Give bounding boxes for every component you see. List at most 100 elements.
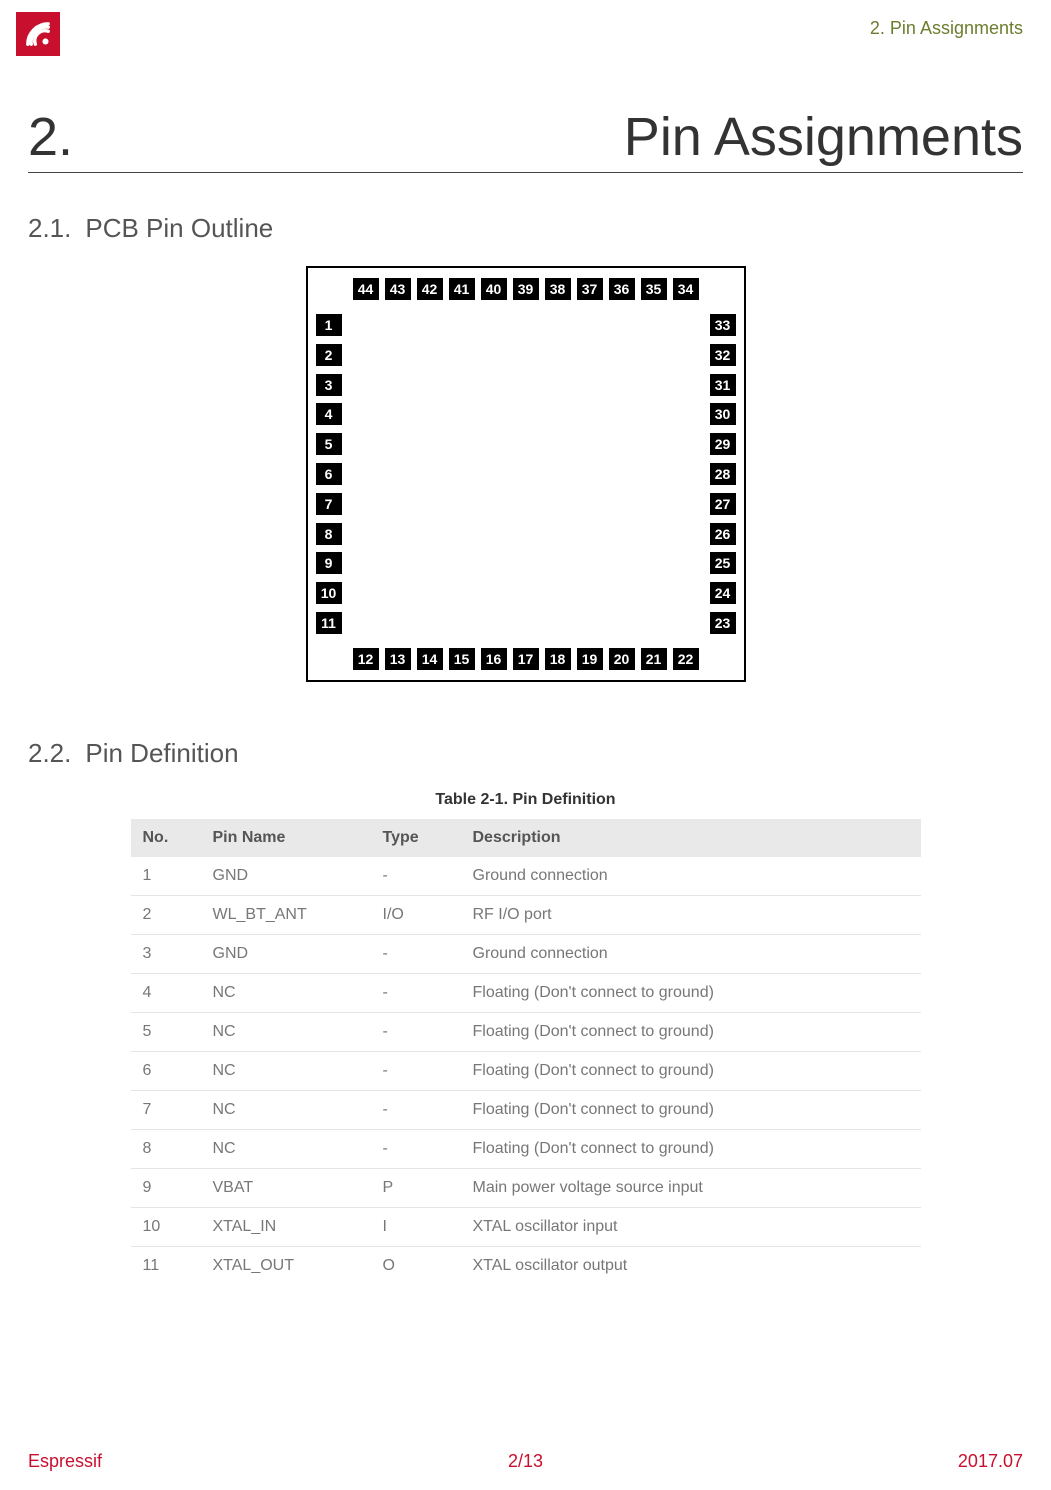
wifi-swirl-icon [21, 17, 55, 51]
cell-desc: Floating (Don't connect to ground) [461, 1052, 921, 1091]
page-header: 2. Pin Assignments [0, 0, 1051, 56]
pin-label: 5 [316, 433, 342, 455]
cell-name: NC [201, 974, 371, 1013]
pin-label: 1 [316, 314, 342, 336]
pin-label: 21 [641, 648, 667, 670]
cell-desc: Ground connection [461, 935, 921, 974]
cell-type: O [371, 1247, 461, 1286]
cell-desc: Floating (Don't connect to ground) [461, 974, 921, 1013]
pin-label: 26 [710, 523, 736, 545]
chapter-heading: 2. Pin Assignments [28, 106, 1023, 173]
cell-name: XTAL_OUT [201, 1247, 371, 1286]
cell-no: 3 [131, 935, 201, 974]
page-content: 2. Pin Assignments 2.1.PCB Pin Outline 4… [0, 56, 1051, 1285]
pin-label: 7 [316, 493, 342, 515]
pin-label: 6 [316, 463, 342, 485]
pins-right-col: 3332313029282726252423 [710, 314, 736, 634]
col-header-name: Pin Name [201, 819, 371, 857]
pin-label: 13 [385, 648, 411, 670]
cell-no: 11 [131, 1247, 201, 1286]
footer-left: Espressif [28, 1451, 102, 1472]
pins-top-row: 4443424140393837363534 [308, 278, 744, 300]
pin-label: 34 [673, 278, 699, 300]
pin-label: 3 [316, 374, 342, 396]
pins-bottom-row: 1213141516171819202122 [308, 648, 744, 670]
cell-name: WL_BT_ANT [201, 896, 371, 935]
cell-type: - [371, 1130, 461, 1169]
cell-desc: XTAL oscillator output [461, 1247, 921, 1286]
cell-no: 7 [131, 1091, 201, 1130]
cell-desc: Ground connection [461, 857, 921, 896]
pin-label: 44 [353, 278, 379, 300]
cell-no: 5 [131, 1013, 201, 1052]
cell-no: 1 [131, 857, 201, 896]
table-row: 3GND-Ground connection [131, 935, 921, 974]
pin-label: 40 [481, 278, 507, 300]
cell-desc: Main power voltage source input [461, 1169, 921, 1208]
cell-type: - [371, 1052, 461, 1091]
chapter-number: 2. [28, 106, 73, 168]
footer-right: 2017.07 [958, 1451, 1023, 1472]
pin-outline-diagram: 4443424140393837363534 1234567891011 333… [306, 266, 746, 682]
pin-label: 25 [710, 552, 736, 574]
col-header-desc: Description [461, 819, 921, 857]
cell-name: NC [201, 1052, 371, 1091]
cell-name: XTAL_IN [201, 1208, 371, 1247]
cell-type: - [371, 935, 461, 974]
pins-left-col: 1234567891011 [316, 314, 342, 634]
pin-label: 14 [417, 648, 443, 670]
cell-type: I/O [371, 896, 461, 935]
cell-type: - [371, 974, 461, 1013]
cell-type: P [371, 1169, 461, 1208]
pin-label: 8 [316, 523, 342, 545]
table-row: 8NC-Floating (Don't connect to ground) [131, 1130, 921, 1169]
pin-label: 23 [710, 612, 736, 634]
cell-name: GND [201, 857, 371, 896]
pin-label: 27 [710, 493, 736, 515]
table-row: 6NC-Floating (Don't connect to ground) [131, 1052, 921, 1091]
pin-label: 41 [449, 278, 475, 300]
cell-name: GND [201, 935, 371, 974]
col-header-type: Type [371, 819, 461, 857]
table-row: 1GND-Ground connection [131, 857, 921, 896]
section-title: PCB Pin Outline [85, 213, 273, 243]
pin-label: 16 [481, 648, 507, 670]
cell-name: NC [201, 1013, 371, 1052]
table-row: 5NC-Floating (Don't connect to ground) [131, 1013, 921, 1052]
cell-name: VBAT [201, 1169, 371, 1208]
pin-label: 29 [710, 433, 736, 455]
cell-desc: Floating (Don't connect to ground) [461, 1091, 921, 1130]
table-row: 10XTAL_INIXTAL oscillator input [131, 1208, 921, 1247]
cell-no: 8 [131, 1130, 201, 1169]
chapter-title: Pin Assignments [624, 106, 1023, 168]
page-footer: Espressif 2/13 2017.07 [0, 1451, 1051, 1472]
cell-no: 2 [131, 896, 201, 935]
pin-label: 43 [385, 278, 411, 300]
cell-desc: RF I/O port [461, 896, 921, 935]
cell-no: 6 [131, 1052, 201, 1091]
pin-label: 2 [316, 344, 342, 366]
cell-name: NC [201, 1091, 371, 1130]
pin-label: 15 [449, 648, 475, 670]
pin-label: 42 [417, 278, 443, 300]
pin-label: 10 [316, 582, 342, 604]
pin-label: 19 [577, 648, 603, 670]
table-row: 7NC-Floating (Don't connect to ground) [131, 1091, 921, 1130]
pin-label: 35 [641, 278, 667, 300]
table-row: 4NC-Floating (Don't connect to ground) [131, 974, 921, 1013]
table-row: 9VBATPMain power voltage source input [131, 1169, 921, 1208]
pin-label: 37 [577, 278, 603, 300]
cell-type: - [371, 1013, 461, 1052]
header-section-label: 2. Pin Assignments [870, 12, 1023, 39]
cell-desc: XTAL oscillator input [461, 1208, 921, 1247]
pin-label: 18 [545, 648, 571, 670]
footer-page-number: 2/13 [508, 1451, 543, 1472]
pin-definition-table: No. Pin Name Type Description 1GND-Groun… [131, 819, 921, 1285]
pin-label: 24 [710, 582, 736, 604]
pin-label: 33 [710, 314, 736, 336]
col-header-no: No. [131, 819, 201, 857]
cell-no: 10 [131, 1208, 201, 1247]
pin-label: 11 [316, 612, 342, 634]
pin-label: 30 [710, 403, 736, 425]
pin-label: 28 [710, 463, 736, 485]
